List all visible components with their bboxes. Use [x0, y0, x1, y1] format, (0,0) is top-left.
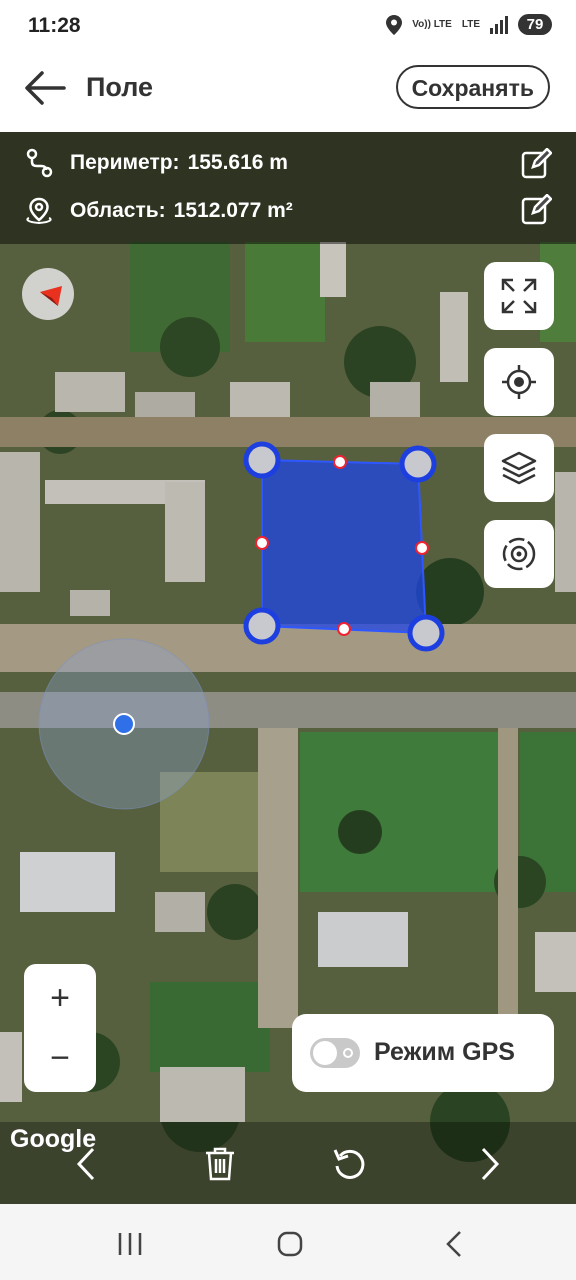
location-status-icon: [386, 14, 403, 35]
next-button[interactable]: [466, 1142, 514, 1186]
back-button[interactable]: [22, 68, 72, 108]
lte-label: LTE: [461, 18, 480, 30]
battery-indicator: 79: [518, 14, 552, 35]
polygon-vertex[interactable]: [243, 441, 281, 479]
system-back-button[interactable]: [434, 1224, 474, 1264]
center-target-button[interactable]: [484, 520, 554, 588]
location-pin-icon: [26, 197, 52, 225]
zoom-out-button[interactable]: −: [24, 1026, 96, 1090]
gps-mode-label: Режим GPS: [374, 1038, 515, 1066]
undo-button[interactable]: [326, 1142, 374, 1186]
polygon-midpoint[interactable]: [255, 536, 269, 550]
recent-apps-icon: [118, 1233, 142, 1255]
measurement-info-panel: Периметр: 155.616 m Область: 1512.077 m²: [0, 132, 576, 244]
satellite-map[interactable]: Периметр: 155.616 m Область: 1512.077 m²: [0, 132, 576, 1204]
crosshair-icon: [502, 365, 536, 399]
lte-icon: LTE: [461, 18, 480, 30]
fullscreen-icon: [501, 278, 537, 314]
compass-icon: [40, 286, 62, 306]
home-icon: [277, 1231, 303, 1257]
zoom-in-button[interactable]: +: [24, 966, 96, 1030]
perimeter-row: Периметр: 155.616 m: [24, 148, 288, 178]
polygon-midpoint[interactable]: [333, 455, 347, 469]
previous-button[interactable]: [62, 1142, 110, 1186]
save-button[interactable]: Сохранять: [395, 65, 550, 109]
chevron-right-icon: [481, 1147, 500, 1181]
fullscreen-button[interactable]: [484, 262, 554, 330]
status-bar: 11:28 Vo)) LTE LTE 79: [0, 0, 576, 54]
status-icons: Vo)) LTE LTE 79: [386, 14, 552, 35]
perimeter-label: Периметр:: [70, 151, 180, 174]
route-icon: [26, 148, 53, 178]
polygon-midpoint[interactable]: [415, 541, 429, 555]
gps-mode-toggle[interactable]: [310, 1038, 360, 1068]
polygon-vertex[interactable]: [407, 614, 445, 652]
signal-icon: [490, 15, 508, 34]
page-title: Поле: [86, 72, 154, 102]
chevron-left-icon: [76, 1147, 95, 1181]
gps-mode-panel[interactable]: Режим GPS: [292, 1014, 554, 1092]
system-nav-bar: [0, 1204, 576, 1280]
trash-icon: [206, 1147, 234, 1181]
target-icon: [502, 537, 536, 571]
current-location-dot: [113, 713, 135, 735]
delete-button[interactable]: [196, 1142, 244, 1186]
home-button[interactable]: [270, 1224, 310, 1264]
perimeter-value: 155.616 m: [187, 151, 288, 174]
status-time: 11:28: [28, 14, 81, 37]
edit-perimeter-button[interactable]: [520, 148, 552, 180]
zoom-control: + −: [24, 964, 96, 1092]
compass-button[interactable]: [22, 268, 74, 320]
area-row: Область: 1512.077 m²: [24, 196, 293, 226]
edit-area-button[interactable]: [520, 194, 552, 226]
area-value: 1512.077 m²: [173, 199, 293, 222]
app-bar: Поле Сохранять: [0, 54, 576, 132]
map-layers-button[interactable]: [484, 434, 554, 502]
volte-icon: Vo)) LTE: [412, 18, 452, 30]
polygon-vertex[interactable]: [243, 607, 281, 645]
undo-icon: [333, 1149, 365, 1179]
layers-icon: [501, 451, 537, 485]
recent-apps-button[interactable]: [110, 1224, 150, 1264]
volte-label: Vo)) LTE: [412, 18, 452, 30]
toggle-off-indicator: [343, 1048, 353, 1058]
locate-me-button[interactable]: [484, 348, 554, 416]
back-chevron-icon: [446, 1231, 461, 1257]
arrow-left-icon: [25, 71, 66, 105]
toggle-knob: [313, 1041, 337, 1065]
area-label: Область:: [70, 199, 166, 222]
polygon-vertex[interactable]: [399, 445, 437, 483]
polygon-midpoint[interactable]: [337, 622, 351, 636]
